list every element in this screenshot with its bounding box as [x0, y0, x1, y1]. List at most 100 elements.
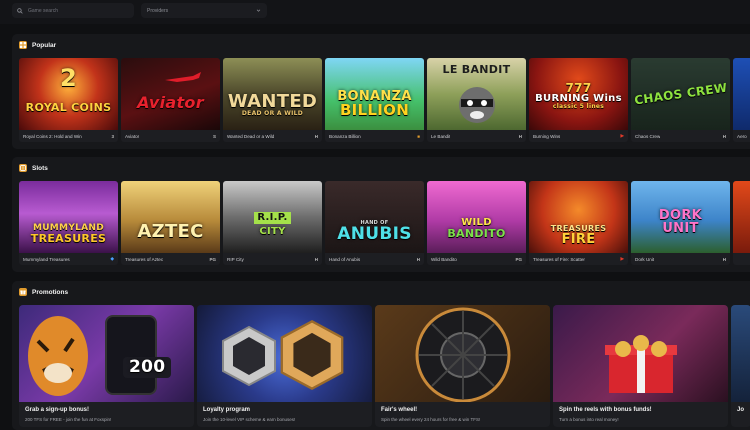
art-subtitle: CITY	[259, 225, 286, 237]
promo-description: Spin the wheel every 24 hours for free &…	[381, 417, 481, 422]
provider-icon: H	[314, 133, 318, 139]
game-thumbnail: MUMMYLAND TREASURES	[19, 181, 118, 253]
game-tile[interactable]: Aero	[733, 58, 750, 142]
game-tile[interactable]: LE BANDIT Le Bandit H	[427, 58, 526, 142]
promo-description: 200 TFS for FREE - join the fun at Foxsp…	[25, 417, 112, 422]
provider-icon: PG	[515, 256, 522, 262]
promo-card[interactable]: Jo	[731, 305, 750, 427]
slot-machine-icon	[19, 164, 27, 172]
game-name: Treasures of Aztec	[125, 256, 164, 262]
game-tile[interactable]: HAND OF ANUBIS Hand of Anubis H	[325, 181, 424, 265]
game-thumbnail: TREASURES FIRE	[529, 181, 628, 253]
game-name: Royal Coins 2: Hold and Win	[23, 133, 82, 139]
provider-icon: H	[722, 133, 726, 139]
game-name: Wild Bandito	[431, 256, 457, 262]
provider-icon: ■	[417, 133, 420, 139]
game-tile[interactable]: 2 ROYAL COINS Royal Coins 2: Hold and Wi…	[19, 58, 118, 142]
game-name: Le Bandit	[431, 133, 451, 139]
provider-icon: H	[416, 256, 420, 262]
game-tile[interactable]: CHAOS CREW Chaos Crew H	[631, 58, 730, 142]
promo-title: Jo	[737, 407, 745, 413]
provider-icon: S	[212, 133, 216, 139]
promo-image	[553, 305, 728, 402]
game-thumbnail	[733, 58, 750, 130]
game-tile[interactable]: BONANZA BILLION Bonanza Billion ■	[325, 58, 424, 142]
providers-label: Providers	[147, 7, 169, 14]
promo-image	[375, 305, 550, 402]
game-tile[interactable]: 777 BURNING Wins classic 5 lines Burning…	[529, 58, 628, 142]
art-subtitle: BANDITO	[447, 226, 506, 240]
grid-icon	[19, 41, 27, 49]
search-input[interactable]	[28, 7, 128, 14]
search-icon	[17, 7, 23, 14]
promo-card[interactable]: Spin the reels with bonus funds! Turn a …	[553, 305, 728, 427]
promotions-row: 200 Grab a sign-up bonus! 200 TFS for FR…	[19, 305, 750, 427]
promo-image	[197, 305, 372, 402]
provider-icon: ▶	[620, 256, 624, 261]
art-subtitle: TREASURES	[30, 232, 107, 245]
popular-section: Popular 2 ROYAL COINS Royal Coins 2: Hol…	[12, 34, 750, 149]
art-title: AZTEC	[137, 221, 204, 242]
promo-card[interactable]: Loyalty program Join the 10-level VIP sc…	[197, 305, 372, 427]
game-thumbnail: WILD BANDITO	[427, 181, 526, 253]
game-thumbnail	[733, 181, 750, 253]
slots-section: Slots MUMMYLAND TREASURES Mummyland Trea…	[12, 157, 750, 272]
game-thumbnail: LE BANDIT	[427, 58, 526, 130]
art-badge: 2	[60, 64, 77, 92]
game-tile[interactable]: WANTED DEAD OR A WILD Wanted Dead or a W…	[223, 58, 322, 142]
game-name: Aero	[737, 133, 747, 139]
game-thumbnail: Aviator	[121, 58, 220, 130]
art-title: 200	[123, 357, 172, 378]
art-title: ANUBIS	[337, 224, 412, 244]
promo-card[interactable]: Fair's wheel! Spin the wheel every 24 ho…	[375, 305, 550, 427]
game-thumbnail: WANTED DEAD OR A WILD	[223, 58, 322, 130]
art-title: LE BANDIT	[442, 63, 511, 76]
game-tile[interactable]: WILD BANDITO Wild Bandito PG	[427, 181, 526, 265]
promotions-section: Promotions 200 Grab a sign-up bonus! 200…	[12, 281, 750, 430]
game-tile[interactable]: R.I.P. CITY RIP City H	[223, 181, 322, 265]
slots-header: Slots	[19, 164, 48, 172]
game-name: RIP City	[227, 256, 244, 262]
game-name: Mummyland Treasures	[23, 256, 70, 262]
art-subtitle: FIRE	[561, 231, 596, 247]
game-thumbnail: CHAOS CREW	[631, 58, 730, 130]
search-box[interactable]	[12, 3, 134, 18]
game-thumbnail: R.I.P. CITY	[223, 181, 322, 253]
game-tile[interactable]: Aviator Aviator S	[121, 58, 220, 142]
section-title: Popular	[32, 41, 57, 49]
section-title: Slots	[32, 164, 48, 172]
top-bar: Providers	[0, 0, 750, 24]
art-subtitle: UNIT	[662, 221, 699, 236]
promo-title: Grab a sign-up bonus!	[25, 407, 89, 413]
game-thumbnail: 777 BURNING Wins classic 5 lines	[529, 58, 628, 130]
provider-icon: 3	[111, 133, 114, 139]
promo-image: 200	[19, 305, 194, 402]
hexagon-medal-icon	[222, 325, 276, 387]
phone-icon	[105, 315, 157, 395]
provider-icon: PG	[209, 256, 216, 262]
promo-description: Join the 10-level VIP scheme & earn bonu…	[203, 417, 296, 422]
section-title: Promotions	[32, 288, 69, 296]
popular-header: Popular	[19, 41, 56, 49]
promo-card[interactable]: 200 Grab a sign-up bonus! 200 TFS for FR…	[19, 305, 194, 427]
game-tile[interactable]: TREASURES FIRE Treasures of Fire: Scatte…	[529, 181, 628, 265]
provider-icon: H	[314, 256, 318, 262]
promotions-header: Promotions	[19, 288, 68, 296]
provider-icon: H	[722, 256, 726, 262]
providers-dropdown[interactable]: Providers	[141, 3, 267, 18]
provider-icon: ▶	[620, 133, 624, 138]
game-name: Burning Wins	[533, 133, 561, 139]
game-tile[interactable]: AZTEC Treasures of Aztec PG	[121, 181, 220, 265]
raccoon-icon	[458, 87, 495, 123]
hexagon-medal-icon	[280, 320, 344, 390]
wheel-icon	[415, 307, 511, 402]
game-tile[interactable]: DORK UNIT Dork Unit H	[631, 181, 730, 265]
game-tile[interactable]	[733, 181, 750, 265]
art-title: WANTED	[227, 91, 318, 112]
promo-description: Turn a bonus into real money!	[559, 417, 619, 422]
promo-title: Spin the reels with bonus funds!	[559, 407, 652, 413]
game-thumbnail: 2 ROYAL COINS	[19, 58, 118, 130]
game-tile[interactable]: MUMMYLAND TREASURES Mummyland Treasures ◆	[19, 181, 118, 265]
art-title: R.I.P.	[254, 211, 291, 224]
game-name: Dork Unit	[635, 256, 655, 262]
